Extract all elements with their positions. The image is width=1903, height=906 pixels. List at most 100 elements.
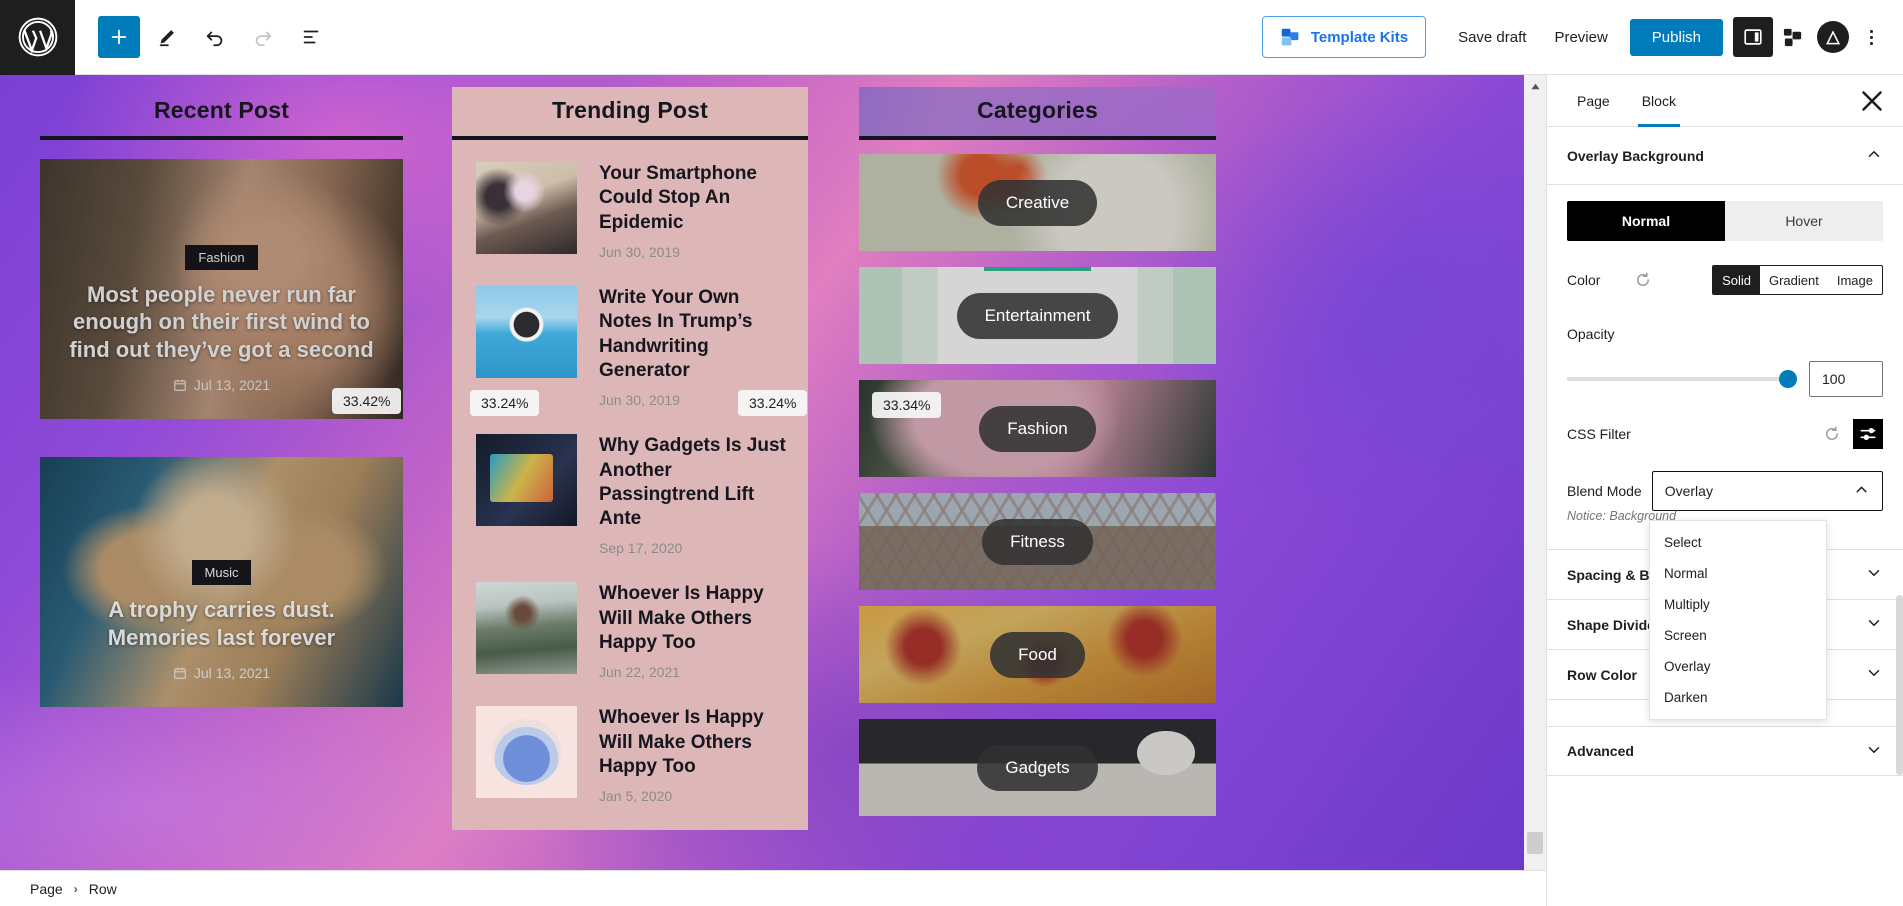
chevron-down-icon[interactable] bbox=[1865, 741, 1883, 762]
list-item[interactable]: Why Gadgets Is Just Another Passingtrend… bbox=[476, 434, 788, 556]
post-category-badge[interactable]: Fashion bbox=[185, 244, 258, 270]
post-thumbnail bbox=[476, 706, 577, 799]
blend-mode-label: Blend Mode bbox=[1567, 483, 1642, 499]
scrollbar-thumb[interactable] bbox=[1527, 832, 1543, 854]
chevron-up-icon[interactable] bbox=[1865, 145, 1883, 166]
blend-mode-value: Overlay bbox=[1664, 483, 1713, 499]
opacity-value-input[interactable]: 100 bbox=[1809, 361, 1883, 397]
recent-post-divider bbox=[40, 136, 403, 140]
template-kits-button[interactable]: Template Kits bbox=[1261, 16, 1427, 58]
list-item[interactable]: Whoever Is Happy Will Make Others Happy … bbox=[476, 706, 788, 804]
close-icon[interactable] bbox=[1855, 84, 1889, 118]
category-label[interactable]: Entertainment bbox=[956, 292, 1119, 339]
category-label[interactable]: Food bbox=[990, 631, 1085, 678]
dropdown-option-screen[interactable]: Screen bbox=[1650, 620, 1826, 651]
scroll-up-arrow-icon[interactable] bbox=[1524, 75, 1546, 97]
breadcrumb-root[interactable]: Page bbox=[30, 881, 63, 897]
astra-mark: △ bbox=[1817, 21, 1849, 53]
post-date-text: Jul 13, 2021 bbox=[193, 377, 271, 393]
settings-sidebar-toggle-icon[interactable] bbox=[1733, 17, 1773, 57]
post-date: Jun 30, 2019 bbox=[599, 243, 680, 260]
overlay-background-panel-header[interactable]: Overlay Background bbox=[1547, 127, 1903, 185]
redo-button[interactable] bbox=[242, 16, 284, 58]
preview-button[interactable]: Preview bbox=[1540, 29, 1621, 46]
category-label[interactable]: Gadgets bbox=[977, 744, 1098, 791]
top-bar-left-tools bbox=[98, 16, 332, 58]
chevron-down-icon[interactable] bbox=[1865, 614, 1883, 635]
post-date: Jan 5, 2020 bbox=[599, 788, 673, 805]
category-tile[interactable]: Entertainment bbox=[859, 267, 1216, 364]
save-draft-button[interactable]: Save draft bbox=[1444, 29, 1540, 46]
column-trending-post[interactable]: Trending Post Your Smartphone Could Stop… bbox=[452, 87, 808, 831]
blend-mode-select[interactable]: Overlay bbox=[1651, 471, 1883, 511]
post-title: Why Gadgets Is Just Another Passingtrend… bbox=[599, 435, 786, 530]
color-type-image[interactable]: Image bbox=[1828, 266, 1882, 294]
post-thumbnail bbox=[476, 162, 577, 254]
reset-icon[interactable] bbox=[1819, 421, 1845, 447]
edit-tool-button[interactable] bbox=[146, 16, 188, 58]
section-label: Row Color bbox=[1567, 666, 1637, 683]
recent-post-card[interactable]: Fashion Most people never run far enough… bbox=[40, 159, 403, 419]
dropdown-option-normal[interactable]: Normal bbox=[1650, 558, 1826, 589]
wordpress-logo-icon[interactable] bbox=[0, 0, 75, 75]
top-bar-right-tools: Template Kits Save draft Preview Publish… bbox=[1261, 16, 1903, 58]
chevron-up-icon[interactable] bbox=[1853, 481, 1870, 501]
category-label[interactable]: Creative bbox=[977, 179, 1098, 226]
list-item[interactable]: Whoever Is Happy Will Make Others Happy … bbox=[476, 582, 788, 680]
tab-block[interactable]: Block bbox=[1626, 75, 1692, 127]
opacity-slider[interactable] bbox=[1567, 370, 1797, 388]
opacity-row: Opacity bbox=[1567, 317, 1883, 351]
opacity-label: Opacity bbox=[1567, 326, 1615, 342]
list-item[interactable]: Your Smartphone Could Stop An Epidemic J… bbox=[476, 162, 788, 260]
opacity-slider-knob[interactable] bbox=[1779, 370, 1797, 388]
editor-canvas[interactable]: Recent Post Fashion Most people never ru… bbox=[0, 75, 1546, 870]
category-tile[interactable]: Food bbox=[859, 606, 1216, 703]
dropdown-option-multiply[interactable]: Multiply bbox=[1650, 589, 1826, 620]
settings-sidebar: Page Block Overlay Background Normal Hov… bbox=[1546, 75, 1903, 906]
undo-button[interactable] bbox=[194, 16, 236, 58]
chevron-down-icon[interactable] bbox=[1865, 664, 1883, 685]
post-title: Write Your Own Notes In Trump’s Handwrit… bbox=[599, 286, 753, 381]
tab-page[interactable]: Page bbox=[1561, 75, 1626, 127]
categories-list: Creative Entertainment Fashion Fitness F… bbox=[859, 154, 1216, 816]
canvas-scrollbar[interactable] bbox=[1524, 75, 1546, 870]
category-tile[interactable]: Fitness bbox=[859, 493, 1216, 590]
blend-mode-dropdown[interactable]: Select Normal Multiply Screen Overlay Da… bbox=[1649, 520, 1827, 720]
post-date-text: Jul 13, 2021 bbox=[193, 665, 271, 681]
reset-icon[interactable] bbox=[1630, 267, 1656, 293]
post-thumbnail bbox=[476, 285, 577, 378]
recent-post-card[interactable]: Music A trophy carries dust. Memories la… bbox=[40, 457, 403, 707]
post-date: Jun 22, 2021 bbox=[599, 664, 680, 681]
category-tile[interactable]: Gadgets bbox=[859, 719, 1216, 816]
category-tile[interactable]: Creative bbox=[859, 154, 1216, 251]
column-categories[interactable]: Categories Creative Entertainment Fashio… bbox=[859, 87, 1216, 818]
state-tab-normal[interactable]: Normal bbox=[1567, 201, 1725, 241]
sliders-icon[interactable] bbox=[1853, 419, 1883, 449]
astra-logo-icon[interactable]: △ bbox=[1813, 17, 1853, 57]
chevron-down-icon[interactable] bbox=[1865, 564, 1883, 585]
sidebar-scrollbar-thumb[interactable] bbox=[1896, 595, 1903, 775]
color-type-gradient[interactable]: Gradient bbox=[1760, 266, 1828, 294]
list-view-button[interactable] bbox=[290, 16, 332, 58]
post-date: Jul 13, 2021 bbox=[173, 377, 270, 393]
categories-header: Categories bbox=[859, 87, 1216, 140]
publish-button[interactable]: Publish bbox=[1629, 18, 1723, 56]
breadcrumb: Page › Row bbox=[0, 870, 1546, 906]
category-label[interactable]: Fitness bbox=[982, 518, 1093, 565]
state-tab-hover[interactable]: Hover bbox=[1725, 201, 1883, 241]
color-type-solid[interactable]: Solid bbox=[1713, 266, 1760, 294]
dropdown-option-darken[interactable]: Darken bbox=[1650, 682, 1826, 713]
section-advanced[interactable]: Advanced bbox=[1547, 726, 1903, 776]
sidebar-tabs: Page Block bbox=[1547, 75, 1903, 127]
breadcrumb-current[interactable]: Row bbox=[89, 881, 117, 897]
category-label[interactable]: Fashion bbox=[979, 405, 1096, 452]
calendar-icon bbox=[173, 666, 187, 680]
overlay-background-panel-body: Normal Hover Color Solid Gradient Image … bbox=[1547, 185, 1903, 549]
more-options-icon[interactable] bbox=[1853, 17, 1889, 57]
pattern-blocks-icon[interactable] bbox=[1773, 17, 1813, 57]
post-category-badge[interactable]: Music bbox=[191, 560, 252, 585]
add-block-button[interactable] bbox=[98, 16, 140, 58]
dropdown-option-overlay[interactable]: Overlay bbox=[1650, 651, 1826, 682]
editor-top-bar: Template Kits Save draft Preview Publish… bbox=[0, 0, 1903, 75]
dropdown-option-select[interactable]: Select bbox=[1650, 527, 1826, 558]
